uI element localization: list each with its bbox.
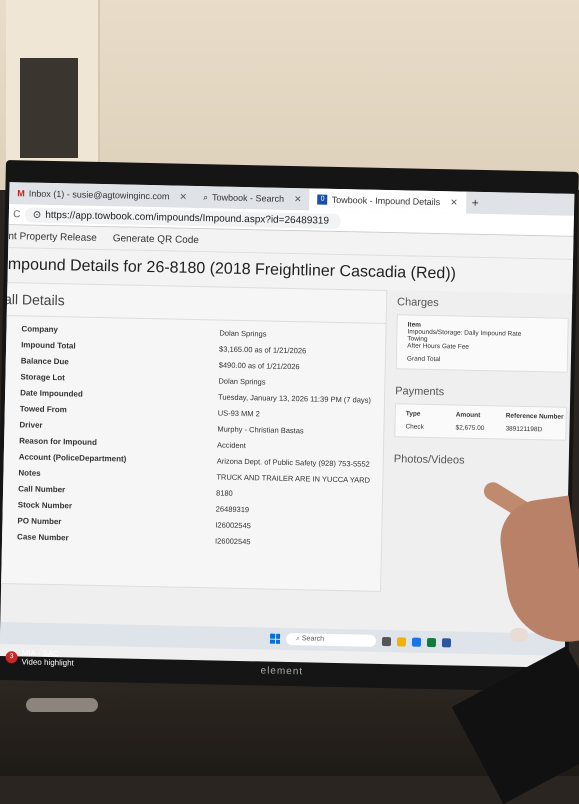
tab-impound-details[interactable]: 0 Towbook - Impound Details ✕ xyxy=(309,188,466,214)
taskview-icon[interactable] xyxy=(381,636,392,646)
url-field[interactable]: ⊙ https://app.towbook.com/impounds/Impou… xyxy=(24,206,341,229)
tab-inbox[interactable]: M Inbox (1) - susie@agtowinginc.com ✕ xyxy=(9,182,195,208)
payment-reference: 389121198D xyxy=(505,425,543,434)
details-grid: Company Dolan Springs Impound Total $3,165.… xyxy=(0,316,386,549)
payments-table: Type Amount Reference Number Check $2,67… xyxy=(405,410,563,433)
detail-label: Impound Total xyxy=(21,340,76,351)
tab-towbook-search[interactable]: ⌕ Towbook - Search ✕ xyxy=(195,186,310,210)
detail-label: PO Number xyxy=(17,516,62,527)
call-details-panel: all Details Company Dolan Springs Impound … xyxy=(0,281,388,592)
generate-qr-link[interactable]: Generate QR Code xyxy=(113,233,199,246)
detail-value: Tuesday, January 13, 2026 11:39 PM (7 da… xyxy=(217,392,372,405)
taskbar: ⌕ Search xyxy=(0,621,566,656)
towbook-icon: 0 xyxy=(317,194,328,205)
detail-label: Balance Due xyxy=(20,356,69,367)
close-icon[interactable]: ✕ xyxy=(450,197,458,208)
door-window xyxy=(20,58,78,158)
file-explorer-icon[interactable] xyxy=(396,636,407,646)
grand-total-label: Grand Total xyxy=(406,355,441,364)
monitor: M Inbox (1) - susie@agtowinginc.com ✕ ⌕ … xyxy=(0,160,579,692)
background-door xyxy=(6,0,100,175)
fingernail xyxy=(510,628,528,642)
close-icon[interactable]: ✕ xyxy=(179,191,187,202)
detail-value: Accident xyxy=(216,440,246,451)
property-release-link[interactable]: nt Property Release xyxy=(8,231,97,244)
detail-label: Reason for Impound xyxy=(19,436,97,447)
reference-column-header: Reference Number xyxy=(505,412,564,421)
taskbar-search[interactable]: ⌕ Search xyxy=(285,632,377,647)
chrome-icon[interactable] xyxy=(411,637,422,647)
detail-value: TRUCK AND TRAILER ARE IN YUCCA YARD xyxy=(216,472,371,485)
detail-label: Call Number xyxy=(18,484,66,495)
tab-label: Towbook - Impound Details xyxy=(331,194,441,208)
detail-value: Arizona Dept. of Public Safety (928) 753… xyxy=(216,456,370,469)
charges-heading: Charges xyxy=(396,296,439,310)
door-handle xyxy=(26,698,98,712)
detail-value: I26002545 xyxy=(214,536,251,547)
new-tab-button[interactable]: + xyxy=(466,196,485,210)
payment-amount: $2,675.00 xyxy=(455,424,485,433)
tab-label: Inbox (1) - susie@agtowinginc.com xyxy=(28,188,170,202)
close-icon[interactable]: ✕ xyxy=(294,194,302,205)
detail-label: Company xyxy=(21,324,59,335)
reload-icon[interactable]: C xyxy=(9,209,25,220)
detail-value: US-93 MM 2 xyxy=(217,408,260,419)
search-placeholder: Search xyxy=(301,635,325,643)
detail-value: $3,165.00 as of 1/21/2026 xyxy=(218,344,307,356)
windows-start-icon[interactable] xyxy=(269,633,281,644)
detail-value: $490.00 as of 1/21/2026 xyxy=(218,360,300,372)
main-content: all Details Company Dolan Springs Impound … xyxy=(0,281,572,596)
payments-heading: Payments xyxy=(395,385,445,399)
type-column-header: Type xyxy=(405,410,421,418)
amount-column-header: Amount xyxy=(455,411,481,419)
gmail-icon: M xyxy=(17,188,25,199)
detail-value: Murphy - Christian Bastas xyxy=(217,424,304,436)
screen: M Inbox (1) - susie@agtowinginc.com ✕ ⌕ … xyxy=(0,182,575,668)
edge-icon[interactable] xyxy=(426,637,437,647)
detail-label: Account (PoliceDepartment) xyxy=(18,452,127,464)
payments-card: Type Amount Reference Number Check $2,67… xyxy=(394,403,567,441)
url-text: https://app.towbook.com/impounds/Impound… xyxy=(45,209,330,227)
tab-label: Towbook - Search xyxy=(211,192,285,204)
detail-label: Case Number xyxy=(17,532,69,543)
detail-value: 26489319 xyxy=(215,504,250,515)
detail-label: Date Impounded xyxy=(20,388,83,399)
detail-label: Stock Number xyxy=(17,500,73,511)
detail-label: Driver xyxy=(19,420,43,430)
app-icon[interactable] xyxy=(441,637,452,647)
search-icon: ⌕ xyxy=(202,191,209,202)
detail-value: 8180 xyxy=(215,488,233,498)
detail-label: Towed From xyxy=(19,404,67,415)
detail-value: Dolan Springs xyxy=(218,376,266,387)
payment-type: Check xyxy=(405,423,425,431)
photos-heading: Photos/Videos xyxy=(393,453,465,467)
detail-value: I26002545 xyxy=(215,520,251,531)
detail-label: Storage Lot xyxy=(20,372,65,383)
charges-card: Item Impounds/Storage: Daily Impound Rat… xyxy=(395,314,569,373)
detail-label: Notes xyxy=(18,468,41,478)
site-info-icon[interactable]: ⊙ xyxy=(33,209,42,220)
detail-value: Dolan Springs xyxy=(219,328,267,339)
